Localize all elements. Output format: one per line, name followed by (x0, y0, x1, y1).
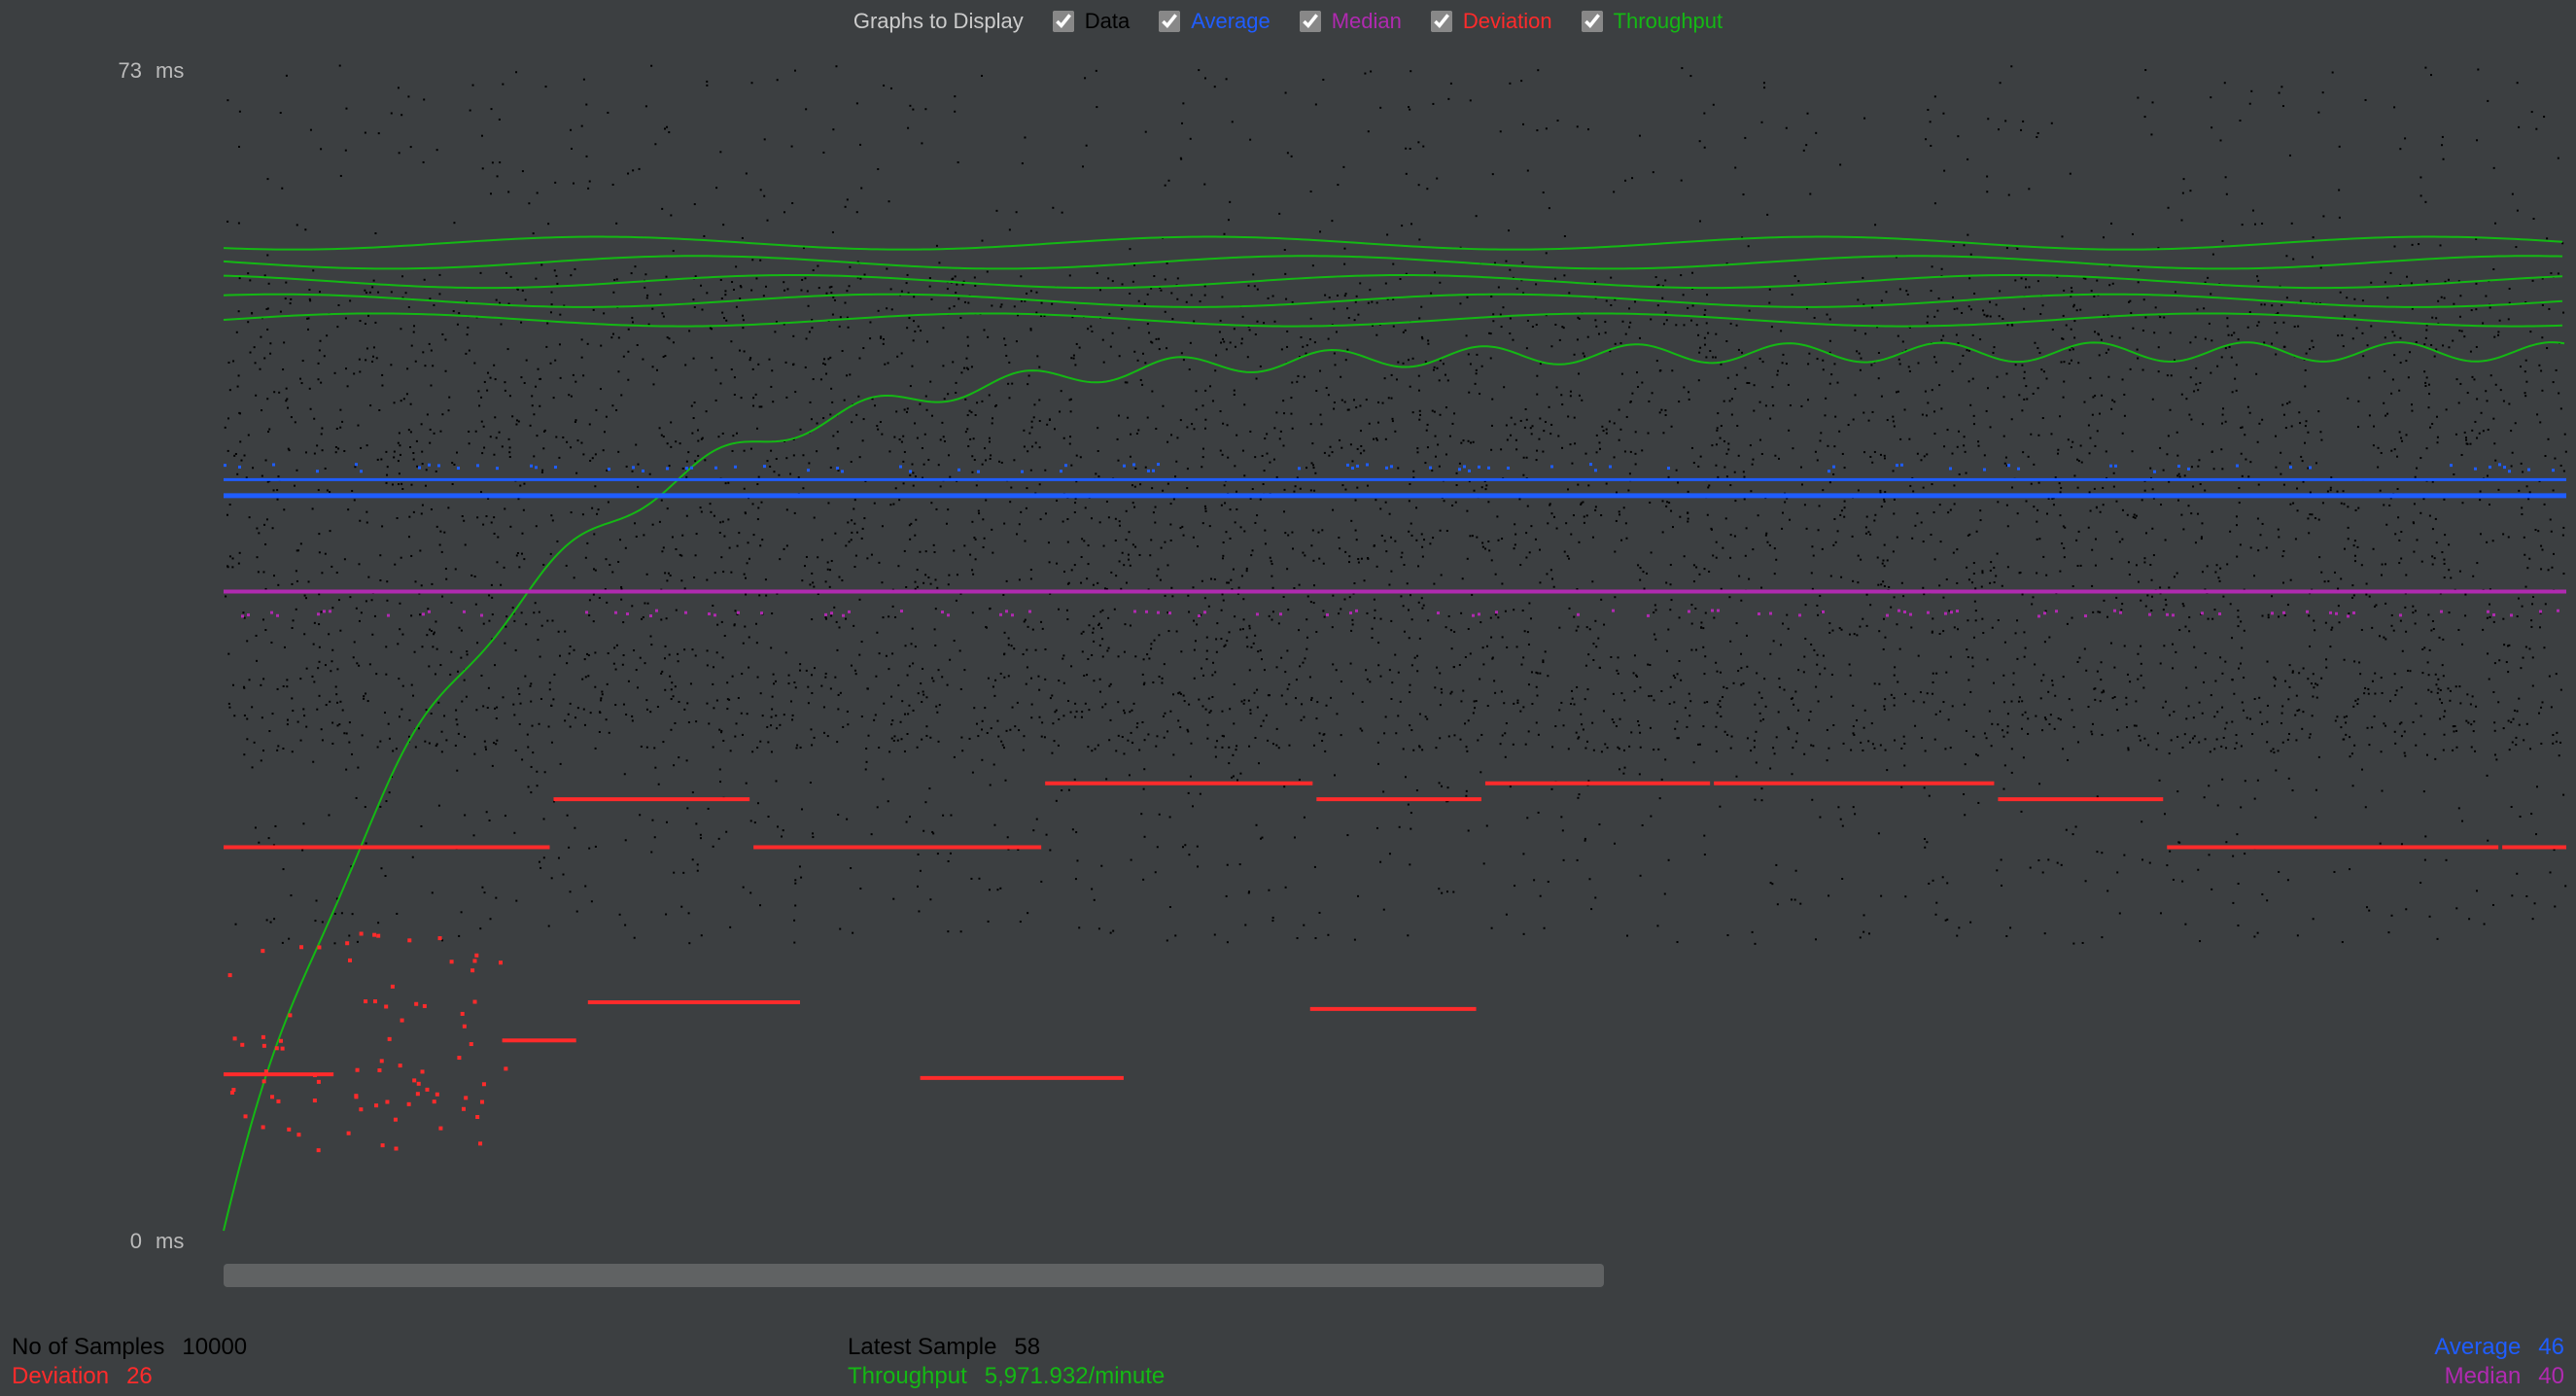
toggle-data-label: Data (1085, 9, 1130, 34)
y-axis-min-value: 0 (107, 1229, 142, 1254)
plot-canvas (224, 64, 2566, 1231)
toggle-median-checkbox[interactable] (1300, 11, 1321, 32)
toolbar: Graphs to Display Data Average Median De… (0, 0, 2576, 39)
toggle-deviation[interactable]: Deviation (1427, 8, 1552, 35)
stats-footer: No of Samples 10000 Latest Sample 58 Ave… (12, 1334, 2564, 1390)
toolbar-title: Graphs to Display (853, 9, 1024, 34)
toggle-deviation-label: Deviation (1463, 9, 1552, 34)
stat-average-label: Average (2434, 1334, 2521, 1361)
stat-deviation-label: Deviation (12, 1363, 109, 1390)
y-axis-max-value: 73 (107, 58, 142, 84)
stat-average-value: 46 (2538, 1334, 2564, 1361)
plot-area: 73 ms 0 ms (29, 58, 2547, 1264)
toggle-deviation-checkbox[interactable] (1431, 11, 1452, 32)
y-axis-max: 73 ms (107, 58, 184, 84)
stat-latest-value: 58 (1014, 1334, 1040, 1361)
toggle-average-checkbox[interactable] (1159, 11, 1180, 32)
stat-throughput-value: 5,971.932/minute (985, 1363, 1165, 1390)
toggle-data[interactable]: Data (1049, 8, 1130, 35)
stat-samples-label: No of Samples (12, 1334, 164, 1361)
toggle-throughput-checkbox[interactable] (1582, 11, 1603, 32)
toggle-median-label: Median (1332, 9, 1402, 34)
y-axis-min: 0 ms (107, 1229, 184, 1254)
stat-median-value: 40 (2538, 1363, 2564, 1390)
plot-scrollbar[interactable] (224, 1264, 1604, 1287)
toggle-throughput-label: Throughput (1614, 9, 1723, 34)
stat-deviation-value: 26 (126, 1363, 153, 1390)
toggle-throughput[interactable]: Throughput (1578, 8, 1723, 35)
stat-samples-value: 10000 (182, 1334, 247, 1361)
y-axis-max-unit: ms (156, 58, 184, 84)
toggle-average-label: Average (1191, 9, 1271, 34)
y-axis-min-unit: ms (156, 1229, 184, 1254)
toggle-average[interactable]: Average (1155, 8, 1271, 35)
toggle-data-checkbox[interactable] (1053, 11, 1074, 32)
stat-median-label: Median (2445, 1363, 2522, 1390)
toggle-median[interactable]: Median (1296, 8, 1402, 35)
stat-throughput-label: Throughput (848, 1363, 967, 1390)
stat-latest-label: Latest Sample (848, 1334, 996, 1361)
